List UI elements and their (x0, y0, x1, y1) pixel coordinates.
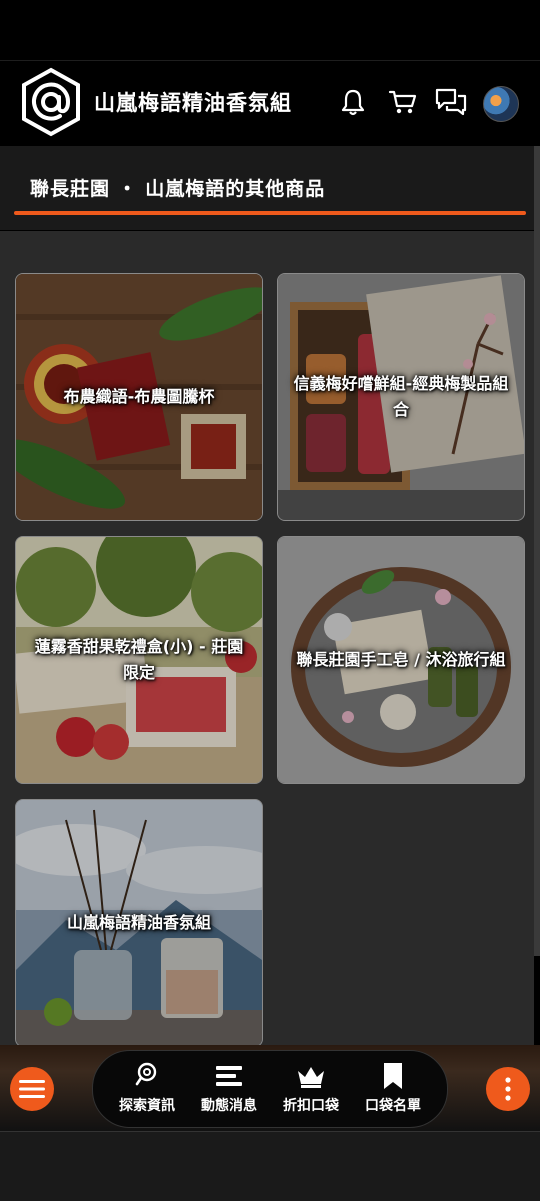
product-name: 信義梅好嚐鮮組-經典梅製品組合 (293, 374, 509, 419)
avatar[interactable] (483, 86, 519, 122)
nav-discount[interactable]: 折扣口袋 (269, 1051, 353, 1127)
more-vertical-icon (505, 1077, 511, 1101)
product-name: 布農織語-布農圖騰杯 (63, 387, 215, 406)
product-name: 蓮霧香甜果乾禮盒(小) - 莊園限定 (34, 637, 244, 682)
section-header: 聯長莊園 ・ 山嵐梅語的其他商品 (0, 146, 534, 230)
crown-icon (298, 1067, 324, 1088)
nav-label: 動態消息 (201, 1098, 257, 1114)
bookmark-icon (384, 1063, 402, 1089)
hamburger-menu-icon (19, 1080, 45, 1098)
nav-pocket-list[interactable]: 口袋名單 (351, 1051, 435, 1127)
menu-button[interactable] (10, 1067, 54, 1111)
nav-label: 口袋名單 (365, 1098, 421, 1114)
product-card[interactable]: 布農織語-布農圖騰杯 (15, 273, 263, 521)
bell-icon[interactable] (338, 87, 368, 117)
product-name: 山嵐梅語精油香氛組 (66, 913, 211, 932)
bottom-area (0, 1131, 540, 1201)
product-card[interactable]: 聯長莊園手工皂 / 沐浴旅行組 (277, 536, 525, 784)
nav-label: 探索資訊 (119, 1098, 175, 1114)
feed-lines-icon (216, 1066, 242, 1086)
cart-icon[interactable] (388, 87, 418, 117)
map-pin-search-icon (135, 1062, 157, 1086)
section-underline (14, 211, 526, 215)
product-name: 聯長莊園手工皂 / 沐浴旅行組 (296, 650, 506, 669)
product-card[interactable]: 山嵐梅語精油香氛組 (15, 799, 263, 1047)
scrollbar-track[interactable] (534, 146, 540, 956)
nav-news[interactable]: 動態消息 (187, 1051, 271, 1127)
status-bar (0, 0, 540, 58)
app-header: 山嵐梅語精油香氛組 (0, 60, 540, 147)
page-title: 山嵐梅語精油香氛組 (94, 91, 292, 115)
product-card[interactable]: 信義梅好嚐鮮組-經典梅製品組合 (277, 273, 525, 521)
product-card[interactable]: 蓮霧香甜果乾禮盒(小) - 莊園限定 (15, 536, 263, 784)
more-options-button[interactable] (486, 1067, 530, 1111)
app-logo-icon[interactable] (20, 67, 82, 137)
chat-icon[interactable] (434, 87, 468, 117)
bottom-nav: 探索資訊 動態消息 折扣口袋 口袋名單 (92, 1050, 448, 1128)
nav-explore[interactable]: 探索資訊 (105, 1051, 189, 1127)
nav-label: 折扣口袋 (283, 1098, 339, 1114)
section-title: 聯長莊園 ・ 山嵐梅語的其他商品 (30, 178, 326, 200)
